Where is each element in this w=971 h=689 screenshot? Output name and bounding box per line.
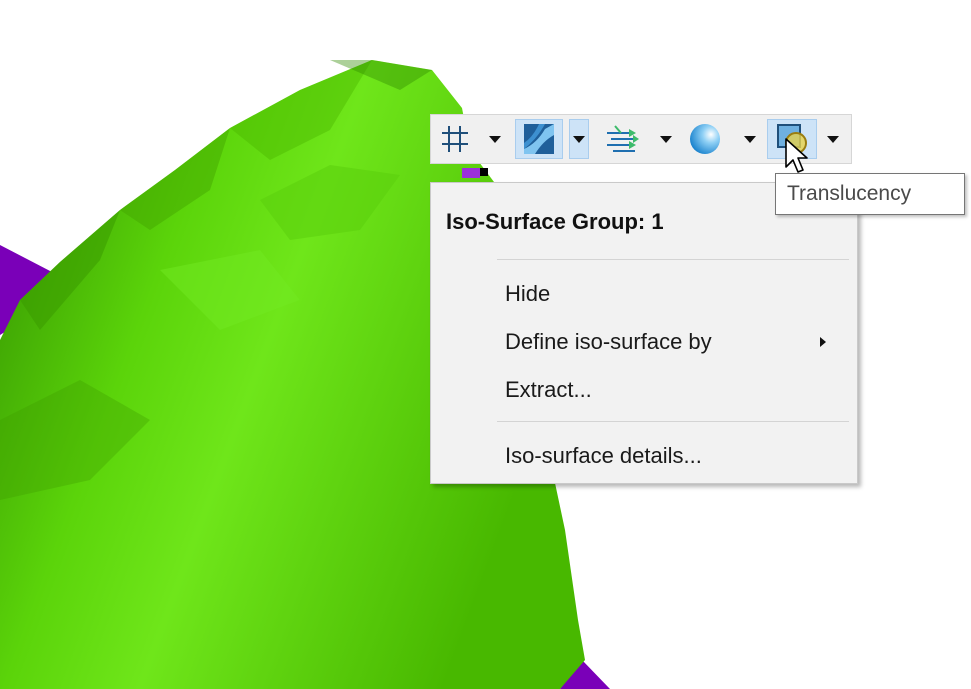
tooltip-text: Translucency [787, 182, 912, 205]
surface-shading-icon [524, 124, 554, 154]
grid-dropdown[interactable] [485, 119, 505, 159]
grid-icon [442, 126, 468, 152]
mouse-cursor-icon [785, 138, 808, 173]
translucency-dropdown[interactable] [823, 119, 843, 159]
menu-item-hide[interactable]: Hide [432, 277, 856, 311]
flow-arrows-icon [607, 125, 639, 152]
color-swatch-marker [480, 168, 488, 176]
menu-header: Iso-Surface Group: 1 [446, 209, 664, 234]
menu-separator [497, 259, 849, 260]
color-swatch [462, 168, 480, 178]
chevron-down-icon [660, 135, 672, 143]
context-menu: Iso-Surface Group: 1 Hide Define iso-sur… [430, 182, 858, 484]
chevron-down-icon [827, 135, 839, 143]
menu-item-label: Define iso-surface by [505, 329, 712, 354]
flow-arrows-dropdown[interactable] [656, 119, 676, 159]
chevron-down-icon [744, 135, 756, 143]
chevron-down-icon [573, 135, 585, 143]
menu-item-define-iso-surface-by[interactable]: Define iso-surface by [432, 325, 856, 359]
submenu-arrow-icon [820, 337, 826, 347]
surface-shading-button[interactable] [515, 119, 563, 159]
menu-separator [497, 421, 849, 422]
sphere-dropdown[interactable] [740, 119, 760, 159]
menu-item-label: Iso-surface details... [505, 443, 702, 468]
flow-arrows-button[interactable] [599, 119, 645, 159]
tooltip: Translucency [775, 173, 965, 215]
surface-shading-dropdown[interactable] [569, 119, 589, 159]
menu-item-extract[interactable]: Extract... [432, 373, 856, 407]
sphere-button[interactable] [683, 119, 727, 159]
menu-item-label: Extract... [505, 377, 592, 402]
menu-item-label: Hide [505, 281, 551, 306]
grid-button[interactable] [435, 119, 475, 159]
menu-item-iso-surface-details[interactable]: Iso-surface details... [432, 439, 856, 473]
chevron-down-icon [489, 135, 501, 143]
sphere-icon [690, 124, 720, 154]
